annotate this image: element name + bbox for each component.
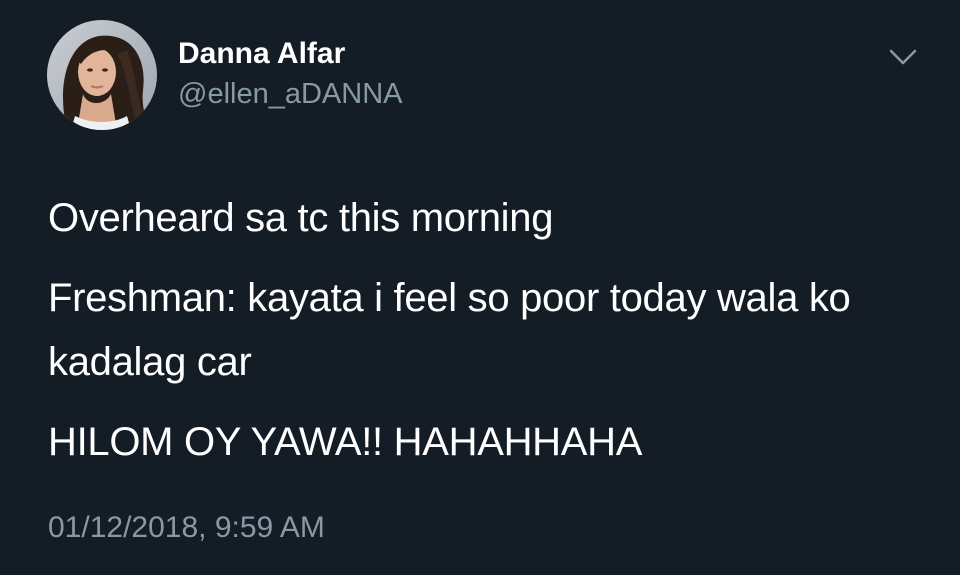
- tweet-timestamp[interactable]: 01/12/2018, 9:59 AM: [48, 508, 325, 548]
- author-handle[interactable]: @ellen_aDANNA: [178, 76, 402, 112]
- tweet-card: Danna Alfar @ellen_aDANNA Overheard sa t…: [0, 0, 960, 575]
- avatar-photo: [47, 20, 157, 130]
- tweet-paragraph: Freshman: kayata i feel so poor today wa…: [48, 276, 851, 384]
- author-display-name[interactable]: Danna Alfar: [178, 36, 402, 72]
- avatar[interactable]: [47, 20, 157, 130]
- tweet-text: Overheard sa tc this morning Freshman: k…: [48, 186, 928, 490]
- tweet-paragraph: HILOM OY YAWA!! HAHAHHAHA: [48, 420, 643, 464]
- author-block: Danna Alfar @ellen_aDANNA: [178, 36, 402, 112]
- tweet-paragraph: Overheard sa tc this morning: [48, 196, 554, 240]
- chevron-down-icon[interactable]: [888, 46, 918, 68]
